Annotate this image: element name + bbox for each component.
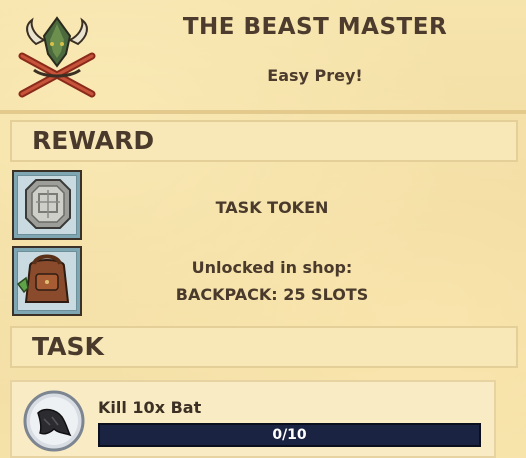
backpack-icon (16, 254, 70, 303)
bat-icon (23, 390, 85, 452)
horned-beast-crest-icon (18, 16, 96, 98)
task-section-header: TASK (10, 326, 518, 368)
task-name: Kill 10x Bat (98, 398, 202, 417)
quest-title: THE BEAST MASTER (182, 14, 448, 40)
reward-backpack-unlock-label: Unlocked in shop: (191, 258, 353, 277)
reward-slot-task-token[interactable] (12, 170, 82, 240)
reward-heading: REWARD (32, 126, 155, 155)
task-heading: TASK (32, 332, 104, 361)
task-progress-bar: 0/10 (98, 423, 481, 447)
reward-slot-backpack[interactable] (12, 246, 82, 316)
quest-subtitle: Easy Prey! (267, 66, 363, 85)
reward-section-header: REWARD (10, 120, 518, 162)
quest-header: THE BEAST MASTER Easy Prey! (0, 0, 526, 114)
task-progress-label: 0/10 (272, 427, 307, 443)
reward-backpack-slots-label: BACKPACK: 25 SLOTS (175, 285, 369, 304)
task-token-icon (25, 179, 71, 229)
reward-task-token-label: TASK TOKEN (215, 198, 329, 217)
